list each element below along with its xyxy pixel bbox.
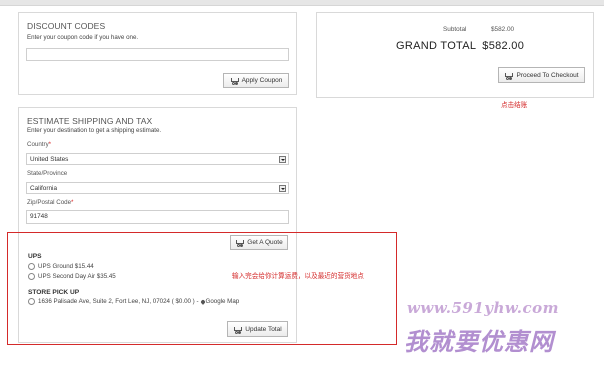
discount-panel: DISCOUNT CODES Enter your coupon code if…: [18, 12, 297, 95]
state-label: State/Province: [27, 170, 68, 177]
state-value: California: [30, 185, 57, 192]
coupon-code-input[interactable]: [26, 48, 289, 61]
watermark-text: 我就要优惠网: [404, 329, 554, 356]
apply-coupon-label: Apply Coupon: [241, 77, 283, 84]
discount-subtitle: Enter your coupon code if you have one.: [27, 34, 139, 41]
dropdown-arrow-icon: [279, 156, 286, 163]
zip-label: Zip/Postal Code*: [27, 199, 74, 206]
state-select[interactable]: California: [26, 182, 289, 194]
shipping-annotation: 输入完会给你计算运费，以及最近的营货地点: [232, 273, 364, 280]
discount-title: DISCOUNT CODES: [27, 21, 106, 31]
country-label: Country*: [27, 141, 52, 148]
proceed-to-checkout-button[interactable]: Proceed To Checkout: [498, 67, 585, 83]
proceed-to-checkout-label: Proceed To Checkout: [516, 71, 579, 79]
shopping-cart-icon: [230, 77, 239, 85]
top-bar: [0, 0, 604, 6]
checkout-annotation: 点击结账: [501, 102, 528, 109]
apply-coupon-button[interactable]: Apply Coupon: [223, 73, 289, 88]
grand-total-value: $582.00: [482, 40, 525, 52]
watermark-url: www.591yhw.com: [407, 299, 560, 317]
zip-input[interactable]: 91748: [26, 210, 289, 224]
shopping-cart-icon: [504, 72, 514, 80]
shipping-subtitle: Enter your destination to get a shipping…: [27, 127, 162, 134]
annotation-highlight-frame: [7, 232, 397, 345]
country-select[interactable]: United States: [26, 153, 289, 165]
subtotal-label: Subtotal: [443, 26, 467, 33]
totals-panel: [316, 12, 594, 98]
country-value: United States: [30, 156, 69, 163]
shipping-title: ESTIMATE SHIPPING AND TAX: [27, 116, 153, 126]
grand-total: GRAND TOTAL $582.00: [396, 40, 524, 52]
grand-total-label: GRAND TOTAL: [396, 40, 476, 52]
subtotal-value: $582.00: [491, 26, 515, 33]
dropdown-arrow-icon: [279, 185, 286, 192]
